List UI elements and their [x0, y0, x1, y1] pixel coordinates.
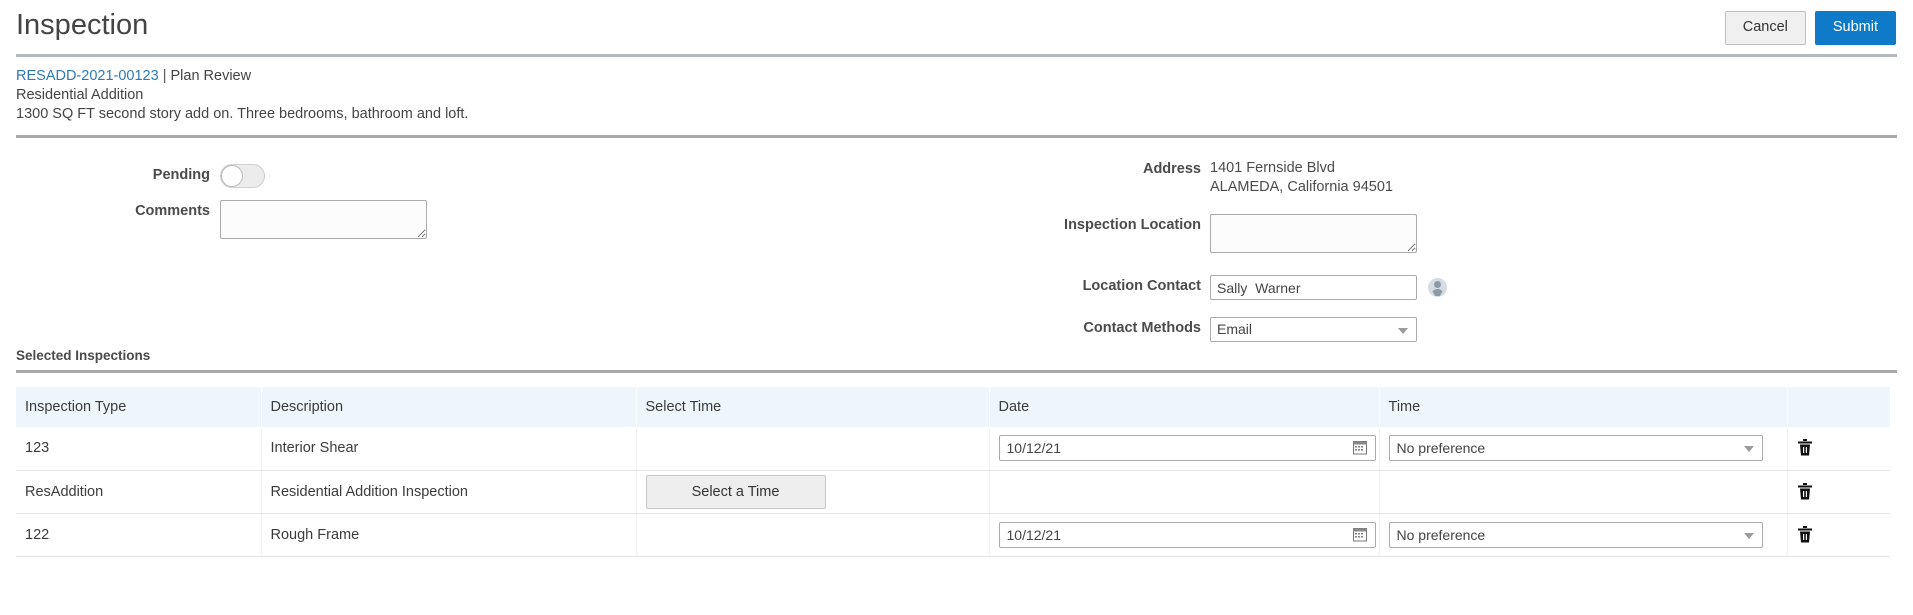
cell-time: No preference [1379, 513, 1788, 557]
cell-select-time [636, 513, 990, 557]
table-row: ResAddition Residential Addition Inspect… [16, 470, 1890, 514]
table-header-row: Inspection Type Description Select Time … [16, 387, 1890, 427]
form-area: Pending Comments Address 1401 Fernside B… [0, 138, 1913, 348]
inspection-location-label: Inspection Location [1064, 217, 1201, 233]
col-header-description: Description [261, 387, 637, 427]
contact-methods-value: Email [1217, 321, 1253, 337]
cell-date: 10/12/21 [989, 513, 1380, 557]
table-head: Inspection Type Description Select Time … [16, 387, 1890, 427]
chevron-down-icon [1743, 532, 1754, 539]
table-row: 123 Interior Shear 10/12/21 No preferenc… [16, 427, 1890, 471]
record-number-link[interactable]: RESADD-2021-00123 [16, 68, 159, 84]
cell-date [989, 470, 1380, 514]
inspection-location-input[interactable] [1210, 214, 1417, 253]
select-a-time-button[interactable]: Select a Time [645, 474, 826, 509]
comments-input[interactable] [220, 200, 427, 239]
selected-inspections-table: Inspection Type Description Select Time … [16, 387, 1890, 557]
address-line-2: ALAMEDA, California 94501 [1210, 179, 1393, 195]
field-pending: Pending [0, 164, 265, 188]
field-address: Address 1401 Fernside Blvd ALAMEDA, Cali… [1020, 158, 1393, 197]
table-row: 122 Rough Frame 10/12/21 No preference [16, 513, 1890, 557]
field-contact-methods: Contact Methods Email [1020, 317, 1417, 342]
calendar-icon[interactable] [1352, 440, 1367, 455]
cell-inspection-type: 123 [16, 427, 262, 471]
header-actions: Cancel Submit [1724, 11, 1896, 45]
cell-time: No preference [1379, 427, 1788, 471]
avatar-body [1431, 289, 1444, 296]
submit-button[interactable]: Submit [1814, 11, 1896, 45]
field-location-contact: Location Contact [1020, 275, 1447, 300]
person-avatar-icon[interactable] [1428, 278, 1447, 297]
contact-methods-label: Contact Methods [1083, 320, 1201, 336]
cell-inspection-type: ResAddition [16, 470, 262, 514]
cell-inspection-type: 122 [16, 513, 262, 557]
location-contact-label: Location Contact [1082, 278, 1201, 294]
cell-date: 10/12/21 [989, 427, 1380, 471]
trash-icon[interactable] [1797, 439, 1813, 457]
cell-description: Residential Addition Inspection [261, 470, 637, 514]
location-contact-input[interactable] [1210, 275, 1417, 300]
cancel-button[interactable]: Cancel [1724, 11, 1806, 45]
col-header-date: Date [989, 387, 1380, 427]
record-separator: | [158, 68, 171, 84]
time-value: No preference [1396, 526, 1486, 543]
pending-toggle[interactable] [220, 164, 265, 188]
time-value: No preference [1396, 440, 1486, 457]
address-line-1: 1401 Fernside Blvd [1210, 160, 1335, 176]
avatar-head [1434, 281, 1441, 288]
record-summary: RESADD-2021-00123 | Plan Review Resident… [0, 57, 1913, 135]
address-value: 1401 Fernside Blvd ALAMEDA, California 9… [1210, 158, 1393, 197]
comments-label: Comments [135, 203, 210, 219]
trash-icon[interactable] [1797, 525, 1813, 544]
cell-description: Interior Shear [261, 427, 637, 471]
pending-toggle-knob [221, 165, 243, 187]
col-header-inspection-type: Inspection Type [16, 387, 262, 427]
chevron-down-icon [1743, 446, 1754, 453]
record-description: 1300 SQ FT second story add on. Three be… [16, 106, 469, 122]
cell-time [1379, 470, 1788, 514]
date-value: 10/12/21 [1006, 526, 1062, 543]
cell-actions [1787, 513, 1890, 557]
chevron-down-icon [1398, 328, 1408, 334]
address-label: Address [1142, 161, 1201, 177]
cell-select-time: Select a Time [636, 470, 990, 514]
selected-inspections-title: Selected Inspections [16, 348, 151, 363]
page-header: Inspection Cancel Submit [0, 0, 1913, 54]
cell-description: Rough Frame [261, 513, 637, 557]
date-value: 10/12/21 [1006, 440, 1062, 457]
time-preference-select[interactable]: No preference [1388, 521, 1763, 548]
cell-select-time [636, 427, 990, 471]
field-comments: Comments [0, 200, 427, 239]
time-preference-select[interactable]: No preference [1388, 435, 1763, 462]
col-header-time: Time [1379, 387, 1788, 427]
cell-actions [1787, 470, 1890, 514]
record-workflow-status: Plan Review [170, 68, 252, 84]
record-type: Residential Addition [16, 87, 144, 103]
calendar-icon[interactable] [1352, 527, 1367, 542]
col-header-actions [1787, 387, 1890, 427]
page-title: Inspection [16, 9, 149, 41]
pending-label: Pending [152, 167, 210, 183]
selected-inspections-table-wrap: Inspection Type Description Select Time … [16, 373, 1897, 557]
date-input-wrap[interactable]: 10/12/21 [998, 521, 1376, 548]
record-identity-line: RESADD-2021-00123 | Plan Review [16, 67, 1897, 86]
cell-actions [1787, 427, 1890, 471]
date-input-wrap[interactable]: 10/12/21 [998, 435, 1376, 462]
trash-icon[interactable] [1797, 482, 1813, 501]
table-body: 123 Interior Shear 10/12/21 No preferenc… [16, 427, 1890, 557]
field-inspection-location: Inspection Location [1020, 214, 1417, 253]
contact-methods-select[interactable]: Email [1210, 317, 1417, 342]
col-header-select-time: Select Time [636, 387, 990, 427]
